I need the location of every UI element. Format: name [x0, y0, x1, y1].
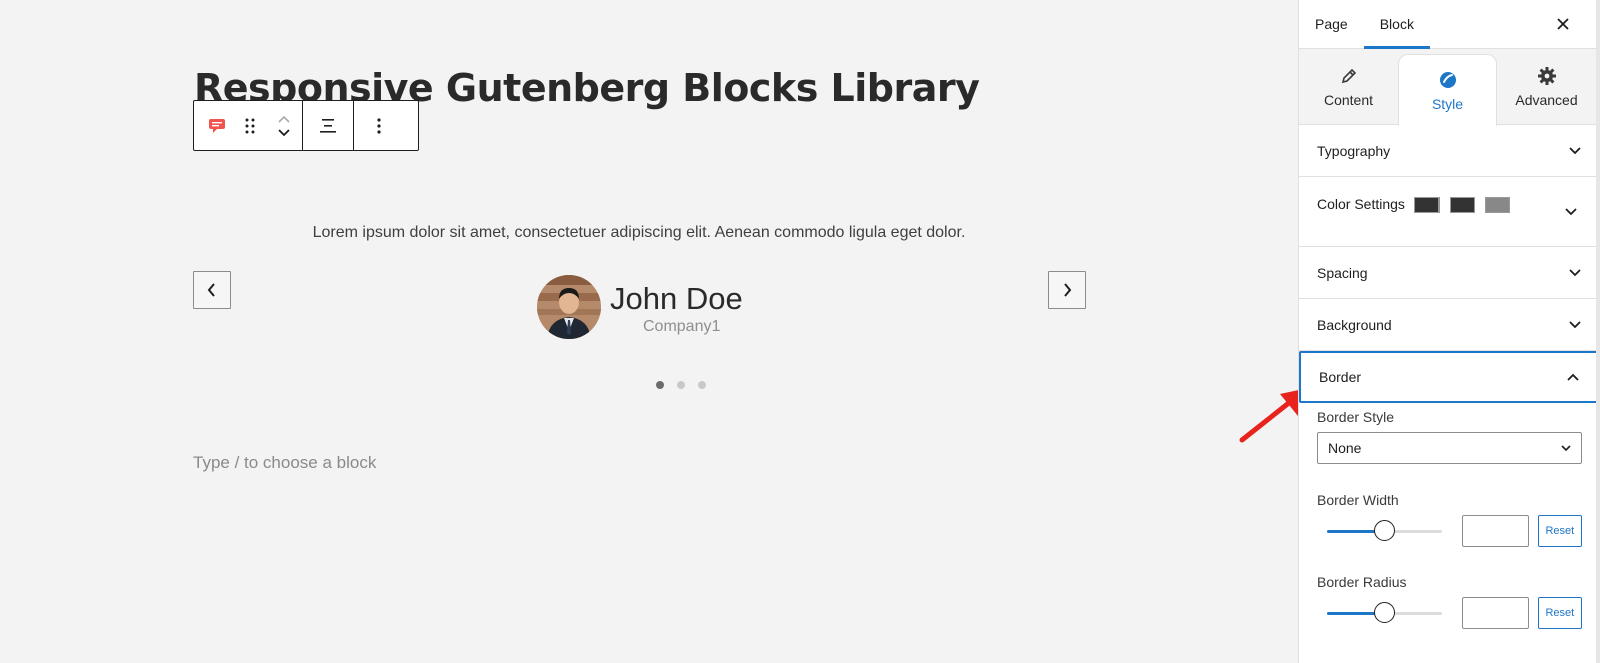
tab-advanced[interactable]: Advanced	[1497, 49, 1596, 124]
color-swatches	[1414, 197, 1535, 213]
border-radius-slider[interactable]	[1327, 601, 1442, 623]
color-swatch[interactable]	[1414, 197, 1439, 213]
tab-style-label: Style	[1431, 95, 1464, 112]
panel-background[interactable]: Background	[1299, 299, 1600, 351]
slider-prev-button[interactable]	[193, 271, 231, 309]
align-center-icon	[320, 118, 336, 133]
tab-style[interactable]: Style	[1398, 54, 1497, 126]
editor-canvas: Responsive Gutenberg Blocks Library Lore…	[0, 0, 1298, 663]
panel-spacing[interactable]: Spacing	[1299, 247, 1600, 299]
tab-content-label: Content	[1323, 91, 1374, 108]
border-style-label: Border Style	[1317, 409, 1395, 425]
avatar[interactable]	[537, 275, 601, 339]
testimonial-company[interactable]: Company1	[643, 318, 720, 336]
border-width-control: Reset	[1317, 515, 1582, 547]
border-style-value: None	[1328, 440, 1362, 456]
tab-block[interactable]: Block	[1363, 0, 1431, 49]
drag-handle[interactable]	[233, 101, 266, 150]
close-sidebar-button[interactable]	[1552, 13, 1574, 35]
more-options-button[interactable]	[354, 101, 404, 150]
inspector-tabs: Content Style Advanced	[1299, 49, 1600, 126]
chevron-right-icon	[1064, 283, 1072, 297]
slider-dot[interactable]	[656, 381, 664, 389]
border-width-input[interactable]	[1461, 515, 1529, 547]
panel-border[interactable]: Border	[1299, 351, 1600, 403]
sidebar-tabs: Page Block	[1299, 0, 1600, 49]
color-swatch[interactable]	[1485, 197, 1510, 213]
chevron-down-icon	[1568, 318, 1582, 332]
tab-advanced-label: Advanced	[1515, 91, 1578, 108]
slider-dot[interactable]	[677, 381, 685, 389]
tab-page[interactable]: Page	[1299, 0, 1364, 48]
pencil-icon	[1341, 68, 1356, 83]
block-toolbar	[193, 100, 419, 151]
border-style-select[interactable]: None	[1317, 432, 1582, 464]
border-radius-input[interactable]	[1461, 597, 1529, 629]
testimonial-quote[interactable]: Lorem ipsum dolor sit amet, consectetuer…	[190, 224, 1088, 242]
panel-background-label: Background	[1317, 316, 1392, 333]
border-panel-body: Border Style None Border Width Reset Bor…	[1299, 403, 1600, 629]
toolbar-group-options	[354, 101, 404, 150]
slider-dots	[656, 381, 706, 389]
block-type-button[interactable]	[200, 101, 233, 150]
chevron-down-icon	[1561, 444, 1571, 451]
block-movers	[266, 101, 302, 150]
chevron-down-icon	[1568, 266, 1582, 280]
border-radius-control: Reset	[1317, 597, 1582, 629]
testimonial-name[interactable]: John Doe	[610, 281, 743, 317]
close-icon	[1557, 18, 1569, 30]
panel-color-settings[interactable]: Color Settings	[1299, 177, 1600, 247]
person-photo-icon	[537, 275, 601, 339]
chevron-up-icon	[1566, 370, 1580, 384]
block-appender[interactable]: Type / to choose a block	[193, 453, 376, 473]
slider-dot[interactable]	[698, 381, 706, 389]
settings-sidebar: Page Block Content Style Advanced Typogr…	[1298, 0, 1600, 663]
sidebar-scrollbar[interactable]	[1596, 0, 1600, 663]
gear-icon	[1537, 66, 1556, 85]
color-swatch[interactable]	[1450, 197, 1475, 213]
border-width-label: Border Width	[1317, 492, 1399, 508]
chevron-down-icon	[1568, 144, 1582, 158]
border-radius-slider-thumb[interactable]	[1374, 601, 1396, 623]
chevron-left-icon	[207, 283, 215, 297]
border-radius-reset-button[interactable]: Reset	[1537, 597, 1582, 629]
palette-icon	[1439, 71, 1456, 88]
panel-spacing-label: Spacing	[1317, 264, 1368, 281]
drag-handle-icon	[245, 118, 254, 133]
more-vertical-icon	[377, 117, 381, 134]
border-radius-label: Border Radius	[1317, 574, 1407, 590]
panel-typography-label: Typography	[1317, 142, 1391, 159]
border-width-slider[interactable]	[1327, 519, 1442, 541]
panel-border-label: Border	[1319, 369, 1362, 385]
slider-next-button[interactable]	[1048, 271, 1086, 309]
chevron-down-icon	[1564, 205, 1578, 219]
align-button[interactable]	[303, 101, 353, 150]
testimonial-block-icon	[208, 118, 225, 133]
border-width-slider-thumb[interactable]	[1374, 519, 1396, 541]
panel-typography[interactable]: Typography	[1299, 125, 1600, 177]
move-up-icon[interactable]	[277, 115, 291, 124]
tab-content[interactable]: Content	[1299, 49, 1398, 124]
border-width-reset-button[interactable]: Reset	[1537, 515, 1582, 547]
toolbar-group-align	[303, 101, 354, 150]
toolbar-group-block	[194, 101, 303, 150]
move-down-icon[interactable]	[277, 128, 291, 137]
